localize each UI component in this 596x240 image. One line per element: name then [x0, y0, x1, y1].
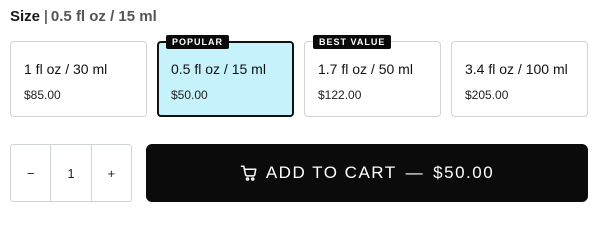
quantity-decrement-button[interactable]: −	[11, 145, 50, 201]
size-options: 1 fl oz / 30 ml $85.00 POPULAR 0.5 fl oz…	[10, 35, 588, 117]
best-value-badge: BEST VALUE	[313, 35, 392, 49]
size-option-price: $50.00	[171, 88, 208, 102]
size-heading: Size | 0.5 fl oz / 15 ml	[10, 7, 157, 27]
size-option-price: $122.00	[318, 88, 362, 102]
cart-icon	[240, 165, 257, 181]
size-option-30ml[interactable]: 1 fl oz / 30 ml $85.00	[10, 41, 147, 117]
popular-badge: POPULAR	[166, 35, 230, 49]
size-label: Size	[10, 8, 41, 25]
size-separator: |	[44, 8, 48, 25]
quantity-stepper: − 1 +	[10, 144, 132, 202]
size-option-label: 1 fl oz / 30 ml	[24, 61, 108, 77]
size-option-100ml[interactable]: 3.4 fl oz / 100 ml $205.00	[451, 41, 588, 117]
size-option-label: 1.7 fl oz / 50 ml	[318, 61, 413, 77]
add-to-cart-button[interactable]: ADD TO CART — $50.00	[146, 144, 588, 202]
add-to-cart-label: ADD TO CART	[265, 163, 397, 182]
quantity-input[interactable]: 1	[50, 145, 92, 201]
quantity-increment-button[interactable]: +	[92, 145, 131, 201]
size-option-label: 0.5 fl oz / 15 ml	[171, 61, 266, 77]
size-selected-value: 0.5 fl oz / 15 ml	[50, 8, 157, 25]
add-to-cart-price: $50.00	[433, 163, 495, 182]
size-option-price: $85.00	[24, 88, 61, 102]
size-option-50ml[interactable]: BEST VALUE 1.7 fl oz / 50 ml $122.00	[304, 35, 441, 117]
add-to-cart-dash: —	[405, 163, 425, 182]
size-option-label: 3.4 fl oz / 100 ml	[465, 61, 568, 77]
size-option-15ml[interactable]: POPULAR 0.5 fl oz / 15 ml $50.00	[157, 35, 294, 117]
size-option-price: $205.00	[465, 88, 509, 102]
